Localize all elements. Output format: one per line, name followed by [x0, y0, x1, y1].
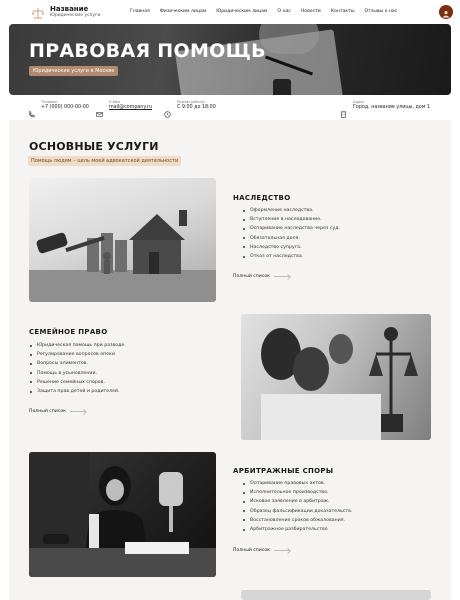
- list-item: Вступление в наследование.: [242, 215, 340, 224]
- next-service-photo: [241, 590, 431, 600]
- hours-value: С 9:00 до 18:00: [177, 105, 216, 110]
- list-item: Защита прав детей и родителей.: [29, 387, 126, 396]
- list-item: Восстановление сроков обжалования.: [242, 516, 352, 525]
- phone-label: Телефон: [41, 100, 58, 104]
- arbitration-photo: [29, 452, 216, 577]
- hero-badge: Юридические услуги в Москве: [29, 66, 119, 76]
- section-subtitle: Помощь людям – цель моей адвокатской дея…: [28, 156, 182, 166]
- mail-icon: [96, 103, 103, 117]
- inheritance-photo: [29, 178, 216, 302]
- service-list-inheritance: Оформление наследства. Вступление в насл…: [242, 206, 340, 261]
- service-title-family: СЕМЕЙНОЕ ПРАВО: [29, 328, 108, 336]
- list-item: Наследство супруга.: [242, 243, 340, 252]
- list-item: Исполнительное производство.: [242, 488, 352, 497]
- family-law-photo: [241, 314, 431, 440]
- callback-button[interactable]: [439, 5, 453, 19]
- full-list-link-arbitration[interactable]: Полный список: [233, 548, 290, 553]
- list-item: Вопросы алиментов.: [29, 359, 126, 368]
- arrow-right-icon: [69, 411, 86, 412]
- full-list-link-inheritance[interactable]: Полный список: [233, 274, 290, 279]
- list-item: Юридическая помощь при разводе.: [29, 341, 126, 350]
- arrow-right-icon: [273, 550, 290, 551]
- info-address: Адрес Город, название улицы, дом 1: [340, 100, 430, 118]
- service-title-arbitration: АРБИТРАЖНЫЕ СПОРЫ: [233, 467, 334, 475]
- list-item: Обязательная доля.: [242, 234, 340, 243]
- list-item: Оспаривание правовых актов.: [242, 479, 352, 488]
- nav-item-companies[interactable]: Юридическим лицам: [216, 9, 267, 14]
- main-nav: Главная Физическим лицам Юридическим лиц…: [130, 9, 397, 14]
- full-list-label: Полный список: [233, 274, 270, 279]
- info-phone: Телефон +7 (000) 000-00-00: [28, 100, 89, 118]
- list-item: Арбитражное разбирательство: [242, 525, 352, 534]
- service-title-inheritance: НАСЛЕДСТВО: [233, 194, 291, 202]
- phone-icon: [28, 103, 35, 118]
- full-list-label: Полный список: [29, 409, 66, 414]
- address-value: Город, название улицы, дом 1: [353, 105, 430, 110]
- list-item: Исковое заявление в арбитраж.: [242, 497, 352, 506]
- list-item: Решение семейных споров.: [29, 378, 126, 387]
- list-item: Образец фальсификации доказательств.: [242, 507, 352, 516]
- list-item: Оспаривание наследства через суд.: [242, 224, 340, 233]
- nav-item-about[interactable]: О нас: [277, 9, 290, 14]
- email-link[interactable]: mail@company.ru: [109, 105, 152, 110]
- full-list-link-family[interactable]: Полный список: [29, 409, 86, 414]
- service-list-arbitration: Оспаривание правовых актов. Исполнительн…: [242, 479, 352, 534]
- list-item: Отказ от наследства.: [242, 252, 340, 261]
- full-list-label: Полный список: [233, 548, 270, 553]
- clock-icon: [164, 103, 171, 118]
- nav-item-reviews[interactable]: Отзывы о нас: [364, 9, 397, 14]
- phone-value[interactable]: +7 (000) 000-00-00: [41, 105, 89, 110]
- person-icon: [442, 3, 450, 22]
- info-email: E-Mail mail@company.ru: [96, 100, 152, 117]
- services-section: ОСНОВНЫЕ УСЛУГИ Помощь людям – цель моей…: [9, 120, 451, 600]
- site-header: Название Юридические услуги Главная Физи…: [0, 0, 460, 24]
- logo[interactable]: Название Юридические услуги: [31, 5, 100, 19]
- building-icon: [340, 103, 347, 118]
- address-label: Адрес: [353, 100, 365, 104]
- nav-item-news[interactable]: Новости: [301, 9, 321, 14]
- arrow-right-icon: [273, 276, 290, 277]
- logo-subtitle: Юридические услуги: [50, 12, 101, 18]
- nav-item-home[interactable]: Главная: [130, 9, 150, 14]
- list-item: Помощь в усыновлении.: [29, 369, 126, 378]
- nav-item-individuals[interactable]: Физическим лицам: [160, 9, 206, 14]
- contact-info-bar: Телефон +7 (000) 000-00-00 E-Mail mail@c…: [0, 96, 460, 120]
- list-item: Регулирование вопросов опеки: [29, 350, 126, 359]
- section-title: ОСНОВНЫЕ УСЛУГИ: [29, 140, 159, 153]
- service-list-family: Юридическая помощь при разводе. Регулиро…: [29, 341, 126, 396]
- hours-label: Режим работы: [177, 100, 205, 104]
- scales-logo-icon: [31, 5, 45, 19]
- info-hours: Режим работы С 9:00 до 18:00: [164, 100, 216, 118]
- hero-title: ПРАВОВАЯ ПОМОЩЬ: [29, 40, 266, 62]
- nav-item-contacts[interactable]: Контакты: [331, 9, 355, 14]
- logo-name: Название: [50, 4, 89, 13]
- email-label: E-Mail: [109, 100, 120, 104]
- hero-banner: ПРАВОВАЯ ПОМОЩЬ Юридические услуги в Мос…: [9, 24, 451, 95]
- list-item: Оформление наследства.: [242, 206, 340, 215]
